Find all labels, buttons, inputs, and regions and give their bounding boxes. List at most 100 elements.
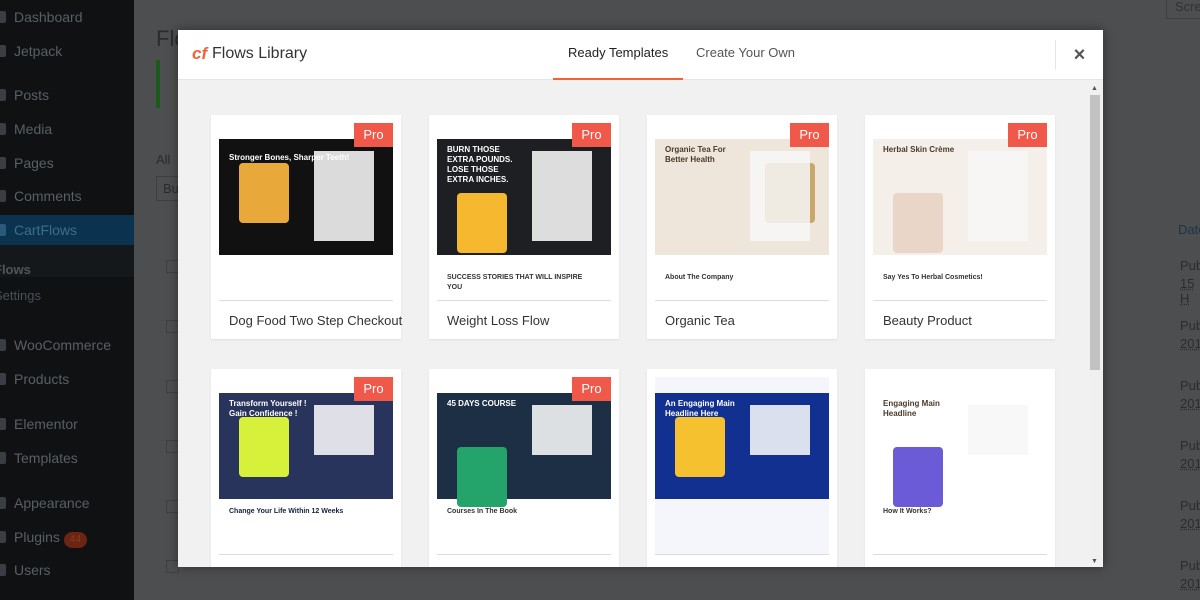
scrollbar-thumb[interactable]: [1090, 95, 1100, 370]
submenu-flows[interactable]: Flows: [0, 262, 134, 277]
template-preview-image[interactable]: Herbal Skin Crème Say Yes To Herbal Cosm…: [873, 123, 1047, 301]
template-name: Weight Loss Flow: [447, 313, 550, 328]
tab-create-your-own[interactable]: Create Your Own: [681, 30, 810, 80]
woocommerce-icon: [0, 339, 6, 351]
sidebar-item-elementor[interactable]: Elementor: [0, 409, 134, 439]
plug-icon: [0, 531, 6, 543]
template-headline: Herbal Skin Crème: [883, 145, 955, 154]
template-card[interactable]: Organic Tea For Better Health About The …: [647, 115, 837, 339]
cartflows-icon: [0, 224, 6, 236]
template-preview-image[interactable]: Organic Tea For Better Health About The …: [655, 123, 829, 301]
cartflows-logo-icon: cf: [192, 44, 208, 63]
template-preview-image[interactable]: Stronger Bones, Sharper Teeth!: [219, 123, 393, 301]
close-button[interactable]: ×: [1055, 40, 1103, 70]
template-subheadline: How It Works?: [883, 508, 932, 515]
sidebar-item-cartflows[interactable]: CartFlows: [0, 215, 134, 245]
template-preview-image[interactable]: 45 DAYS COURSE Courses In The Book: [437, 377, 611, 555]
row-status: Pub: [1180, 258, 1200, 273]
flows-library-modal: cf Flows Library Ready Templates Create …: [178, 30, 1103, 567]
pro-badge: Pro: [572, 377, 611, 401]
screen-options-button[interactable]: Screen: [1166, 0, 1200, 19]
row-status: Pub: [1180, 498, 1200, 513]
brush-icon: [0, 497, 6, 509]
template-card[interactable]: Transform Yourself ! Gain Confidence ! C…: [211, 369, 401, 567]
template-card[interactable]: Stronger Bones, Sharper Teeth! Pro Dog F…: [211, 115, 402, 339]
row-date: 201: [1180, 396, 1200, 411]
page-icon: [0, 157, 6, 169]
pro-badge: Pro: [572, 123, 611, 147]
sidebar-item-media[interactable]: Media: [0, 114, 134, 144]
row-status: Pub: [1180, 378, 1200, 393]
sidebar-item-templates[interactable]: Templates: [0, 443, 134, 473]
label: WooCommerce: [14, 337, 111, 353]
template-preview-image[interactable]: An Engaging Main Headline Here: [655, 377, 829, 555]
label: CartFlows: [14, 222, 78, 238]
template-preview-image[interactable]: Transform Yourself ! Gain Confidence ! C…: [219, 377, 393, 555]
submenu-settings[interactable]: Settings: [0, 288, 134, 303]
box-icon: [0, 373, 6, 385]
scroll-down-icon[interactable]: ▼: [1091, 558, 1098, 565]
template-headline: Stronger Bones, Sharper Teeth!: [229, 153, 350, 162]
template-subheadline: Courses In The Book: [447, 508, 518, 515]
sidebar-item-plugins[interactable]: Plugins 44: [0, 522, 134, 552]
label: Templates: [14, 450, 78, 466]
template-card[interactable]: BURN THOSE EXTRA POUNDS. LOSE THOSE EXTR…: [429, 115, 619, 339]
label: Media: [14, 121, 53, 137]
sidebar-item-comments[interactable]: Comments: [0, 181, 134, 211]
folder-icon: [0, 452, 6, 464]
template-headline: Transform Yourself ! Gain Confidence !: [229, 399, 307, 418]
template-subheadline: About The Company: [665, 274, 734, 281]
row-date: 201: [1180, 456, 1200, 471]
scrollbar[interactable]: ▲ ▼: [1089, 85, 1101, 565]
dashboard-icon: [0, 11, 6, 23]
template-card[interactable]: An Engaging Main Headline Here: [647, 369, 837, 567]
media-icon: [0, 123, 6, 135]
sidebar-item-products[interactable]: Products: [0, 364, 134, 394]
row-date: 201: [1180, 576, 1200, 591]
tab-ready-templates[interactable]: Ready Templates: [553, 30, 684, 80]
row-status: Pub: [1180, 318, 1200, 333]
row-status: Pub: [1180, 558, 1200, 573]
sidebar-item-jetpack[interactable]: Jetpack: [0, 36, 134, 66]
label: Flows: [0, 262, 31, 277]
label: Jetpack: [14, 43, 63, 59]
label: Users: [14, 562, 51, 578]
pro-badge: Pro: [354, 377, 393, 401]
sidebar-item-posts[interactable]: Posts: [0, 80, 134, 110]
row-status: Pub: [1180, 438, 1200, 453]
pro-badge: Pro: [790, 123, 829, 147]
template-card[interactable]: 45 DAYS COURSE Courses In The Book Pro: [429, 369, 619, 567]
sidebar-item-woocommerce[interactable]: WooCommerce: [0, 330, 134, 360]
label: Posts: [14, 87, 50, 103]
all-filter[interactable]: All: [156, 152, 170, 167]
sidebar-item-appearance[interactable]: Appearance: [0, 488, 134, 518]
comment-icon: [0, 190, 6, 202]
pro-badge: Pro: [354, 123, 393, 147]
jetpack-icon: [0, 45, 6, 57]
template-headline: Organic Tea For Better Health: [665, 145, 726, 164]
template-subheadline: SUCCESS STORIES THAT WILL INSPIRE YOU: [447, 274, 583, 291]
user-icon: [0, 564, 6, 576]
modal-header: cf Flows Library Ready Templates Create …: [178, 30, 1103, 80]
label: Elementor: [14, 416, 78, 432]
sidebar-item-dashboard[interactable]: Dashboard: [0, 2, 134, 32]
template-headline: An Engaging Main Headline Here: [665, 399, 735, 418]
template-card[interactable]: Engaging Main Headline How It Works?: [865, 369, 1055, 567]
sidebar-item-pages[interactable]: Pages: [0, 148, 134, 178]
row-date: 201: [1180, 516, 1200, 531]
scroll-up-icon[interactable]: ▲: [1091, 85, 1098, 92]
pin-icon: [0, 89, 6, 101]
elementor-icon: [0, 418, 6, 430]
pro-badge: Pro: [1008, 123, 1047, 147]
row-date: 15 H: [1180, 276, 1195, 306]
template-preview-image[interactable]: BURN THOSE EXTRA POUNDS. LOSE THOSE EXTR…: [437, 123, 611, 301]
label: Dashboard: [14, 9, 83, 25]
sidebar-item-users[interactable]: Users: [0, 555, 134, 585]
date-column-header[interactable]: Date: [1178, 222, 1200, 237]
update-count-badge: 44: [63, 532, 88, 548]
template-card[interactable]: Herbal Skin Crème Say Yes To Herbal Cosm…: [865, 115, 1055, 339]
modal-title: Flows Library: [212, 45, 308, 62]
template-preview-image[interactable]: Engaging Main Headline How It Works?: [873, 377, 1047, 555]
template-subheadline: Say Yes To Herbal Cosmetics!: [883, 274, 983, 281]
label: Appearance: [14, 495, 90, 511]
